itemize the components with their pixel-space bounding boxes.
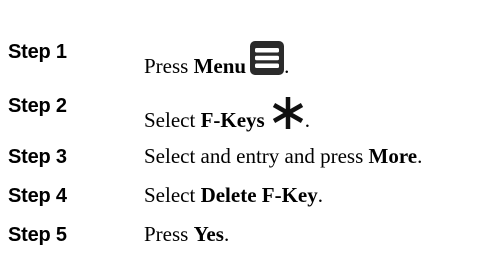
step-1-bold: Menu: [193, 54, 247, 78]
step-2-label: Step 2: [8, 95, 67, 117]
step-4-label: Step 4: [8, 185, 67, 207]
step-5-suffix: .: [223, 222, 230, 246]
step-1-label: Step 1: [8, 41, 67, 63]
step-4-bold: Delete F-Key: [200, 183, 318, 207]
step-4-suffix: .: [317, 183, 323, 207]
step-1-prefix: Press: [144, 54, 194, 78]
step-2-prefix: Select: [144, 108, 201, 132]
step-2-text: Select F-Keys.: [144, 93, 310, 133]
step-2-bold: F-Keys: [200, 108, 265, 132]
step-3-prefix: Select and entry and press: [144, 144, 369, 168]
step-4-text: Select Delete F-Key.: [144, 183, 323, 208]
step-1-suffix: .: [284, 54, 290, 78]
step-3-suffix: .: [417, 144, 423, 168]
step-5-prefix: Press: [144, 222, 194, 246]
step-4-prefix: Select: [144, 183, 201, 207]
step-2-suffix: .: [304, 108, 310, 132]
step-5-text: Press Yes.: [144, 222, 229, 247]
step-3-label: Step 3: [8, 146, 67, 168]
step-5-bold: Yes: [193, 222, 224, 246]
menu-icon: [250, 41, 285, 81]
asterisk-icon: [271, 96, 305, 136]
step-3-text: Select and entry and press More.: [144, 144, 422, 169]
step-3-bold: More: [368, 144, 418, 168]
step-1-text: Press Menu.: [144, 39, 289, 79]
step-5-label: Step 5: [8, 224, 67, 246]
